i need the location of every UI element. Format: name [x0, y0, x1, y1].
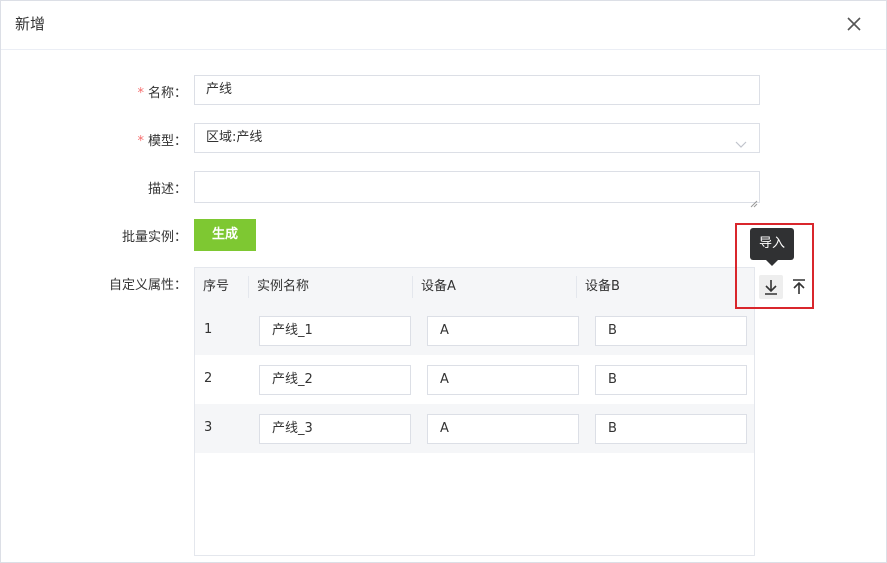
col-header-device-b: 设备B [585, 279, 620, 294]
download-icon[interactable] [759, 275, 783, 299]
col-header-index: 序号 [203, 279, 230, 294]
model-select-value: 区域:产线 [206, 130, 263, 145]
device-b-input[interactable]: B [595, 365, 747, 395]
name-input[interactable]: 产线 [194, 75, 760, 105]
name-label: * 名称： [87, 82, 187, 101]
dialog-title: 新增 [15, 15, 46, 33]
import-tooltip: 导入 [750, 228, 794, 260]
col-separator [412, 276, 413, 298]
device-a-input[interactable]: A [427, 316, 579, 346]
table-row: 1 产线_1 A B [195, 306, 754, 355]
desc-label: 描述： [147, 182, 187, 197]
custom-attr-label: 自定义属性： [108, 278, 187, 293]
model-select[interactable]: 区域:产线 [194, 123, 760, 153]
name-label-text: 名称： [147, 86, 187, 101]
col-separator [576, 276, 577, 298]
table-row: 3 产线_3 A B [195, 404, 754, 453]
table-row: 2 产线_2 A B [195, 355, 754, 404]
model-label: * 模型： [87, 130, 187, 149]
instance-name-input[interactable]: 产线_3 [259, 414, 411, 444]
custom-attr-table: 序号 实例名称 设备A 设备B 1 产线_1 A B 2 产线_2 A B 3 … [194, 267, 755, 556]
generate-button[interactable]: 生成 [194, 219, 256, 251]
device-a-input[interactable]: A [427, 414, 579, 444]
device-b-input[interactable]: B [595, 316, 747, 346]
device-b-input[interactable]: B [595, 414, 747, 444]
upload-icon[interactable] [787, 275, 811, 299]
name-required-mark: * [137, 86, 144, 101]
row-index: 2 [204, 371, 213, 386]
col-header-name: 实例名称 [257, 279, 310, 294]
row-index: 1 [204, 322, 213, 337]
model-required-mark: * [137, 134, 144, 149]
table-header: 序号 实例名称 设备A 设备B [195, 268, 754, 306]
close-icon[interactable] [842, 12, 866, 36]
resize-handle-icon[interactable] [750, 193, 758, 208]
instance-name-input[interactable]: 产线_1 [259, 316, 411, 346]
model-label-text: 模型： [147, 134, 187, 149]
device-a-input[interactable]: A [427, 365, 579, 395]
dialog-header: 新增 [1, 1, 886, 50]
chevron-down-icon [735, 133, 747, 148]
col-header-device-a: 设备A [421, 279, 456, 294]
col-separator [248, 276, 249, 298]
tooltip-arrow [766, 260, 778, 266]
new-dialog: 新增 * 名称： 产线 * 模型： 区域:产线 描述： 批量实例： 生成 自定义属性… [0, 0, 887, 563]
instance-name-input[interactable]: 产线_2 [259, 365, 411, 395]
batch-label: 批量实例： [121, 230, 187, 245]
row-index: 3 [204, 420, 213, 435]
desc-textarea[interactable] [194, 171, 760, 208]
